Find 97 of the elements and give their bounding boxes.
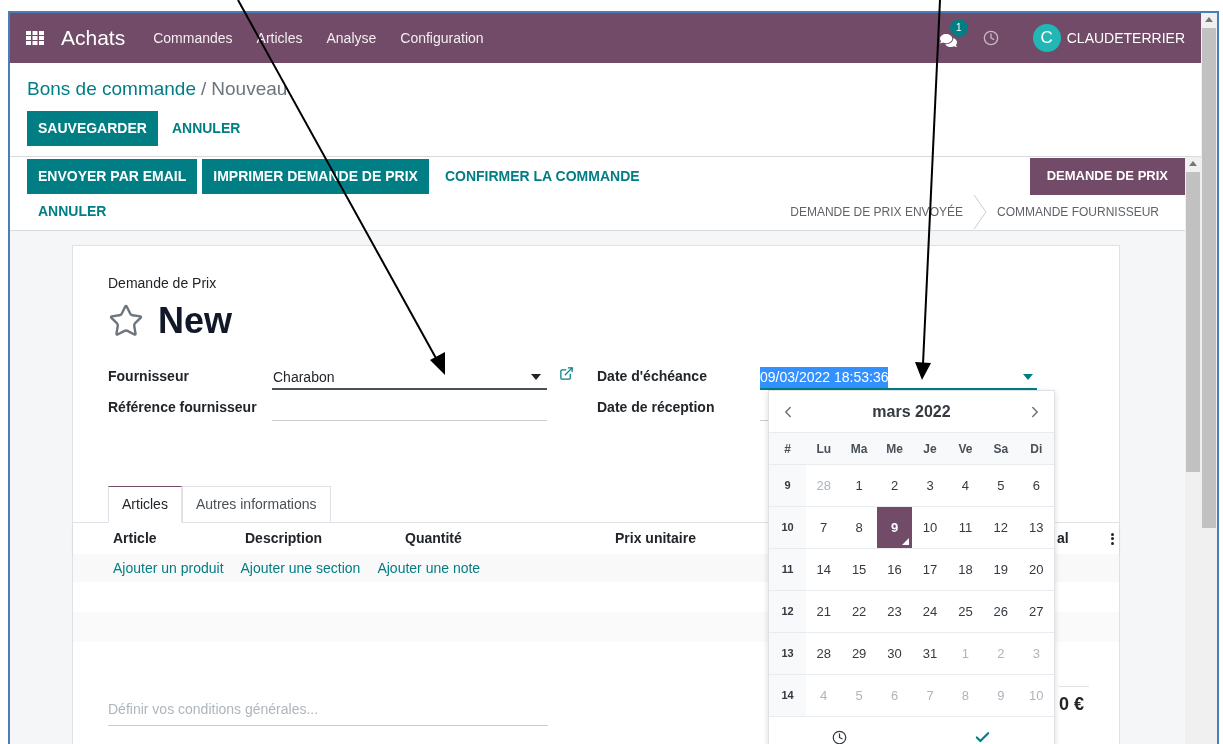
calendar-day[interactable]: 19 [983,549,1019,590]
terms-field[interactable]: Définir vos conditions générales... [108,692,548,726]
form-subtitle: Demande de Prix [108,274,218,293]
time-picker-icon[interactable] [832,729,848,744]
calendar-day[interactable]: 13 [1018,507,1054,548]
calendar-day[interactable]: 22 [841,591,877,632]
calendar-day[interactable]: 9 [876,507,913,548]
calendar-day[interactable]: 27 [1018,591,1054,632]
weekday-header: Ma [849,440,869,458]
weekday-header: Je [922,440,938,458]
week-number: 14 [769,675,806,716]
action-button[interactable]: SAUVEGARDER [27,111,158,146]
step-separator-icon [973,194,987,229]
breadcrumb-link[interactable]: Bons de commande [27,78,196,99]
calendar-day[interactable]: 24 [912,591,948,632]
apps-menu-icon[interactable] [26,31,44,45]
week-number: 9 [769,465,806,506]
notebook-tab[interactable]: Articles [108,486,182,523]
week-number: 11 [769,549,806,590]
column-header[interactable]: al [1057,528,1069,549]
weekday-header: Di [1029,440,1044,458]
weekday-header: Lu [815,440,833,458]
calendar-day[interactable]: 4 [947,465,984,506]
calendar-day[interactable]: 29 [841,633,877,674]
breadcrumb-current: Nouveau [211,78,288,99]
calendar-day[interactable]: 31 [912,633,948,674]
scroll-up-icon[interactable] [1189,161,1197,166]
calendar-day[interactable]: 26 [983,591,1019,632]
calendar-day[interactable]: 30 [876,633,913,674]
calendar-day[interactable]: 16 [876,549,913,590]
breadcrumb-separator: / [201,78,207,99]
scrollbar[interactable] [1201,13,1217,744]
add-line-link[interactable]: Ajouter une section [240,557,361,579]
notification-badge: 1 [949,18,968,37]
month-title[interactable]: mars 2022 [872,399,951,424]
week-number: 13 [769,633,806,674]
column-header[interactable]: Quantité [405,528,462,549]
supplier-field[interactable]: Charabon [272,366,547,390]
calendar-day[interactable]: 2 [876,465,913,506]
column-header[interactable]: Article [113,528,157,549]
messages-icon[interactable] [939,31,957,49]
calendar-day[interactable]: 5 [983,465,1019,506]
action-button[interactable]: IMPRIMER DEMANDE DE PRIX [202,158,429,194]
status-step[interactable]: COMMANDE FOURNISSEUR [987,194,1169,229]
calendar-day[interactable]: 17 [912,549,948,590]
calendar-day[interactable]: 10 [912,507,948,548]
caret-icon [1023,374,1033,380]
external-link-icon[interactable] [559,366,574,381]
nav-menu-item[interactable]: Commandes [141,27,245,49]
field-label: Référence fournisseur [108,398,258,417]
calendar-day[interactable]: 7 [806,507,842,548]
week-number: 10 [769,507,806,548]
nav-menu-item[interactable]: Configuration [388,27,496,49]
column-header[interactable]: Description [245,528,322,549]
scroll-up-icon[interactable] [1205,17,1213,22]
calendar-day[interactable]: 12 [983,507,1019,548]
field-label: Date de réception [597,398,716,417]
weekday-header: Ve [957,440,974,458]
star-icon[interactable] [108,303,144,339]
corner-marker-icon [902,538,910,545]
action-link[interactable]: CONFIRMER LA COMMANDE [433,158,651,194]
add-line-link[interactable]: Ajouter une note [377,557,481,579]
calendar-day[interactable]: 25 [947,591,984,632]
column-header[interactable]: Prix unitaire [615,528,696,549]
calendar-day[interactable]: 23 [876,591,913,632]
user-name[interactable]: CLAUDETERRIER [1066,27,1185,49]
calendar-day[interactable]: 15 [841,549,877,590]
status-step[interactable]: DEMANDE DE PRIX [1029,157,1185,195]
scrollbar[interactable] [1185,157,1201,744]
calendar-day[interactable]: 21 [806,591,842,632]
notebook-tab[interactable]: Autres informations [181,486,331,523]
calendar-day[interactable]: 11 [947,507,984,548]
app-name[interactable]: Achats [61,22,126,54]
total-amount: 0 € [1059,686,1089,718]
weekday-header: Sa [992,440,1010,458]
calendar-day[interactable]: 1 [841,465,877,506]
calendar-day[interactable]: 18 [947,549,984,590]
nav-menu-item[interactable]: Analyse [314,27,389,49]
record-title: New [158,299,233,343]
column-options-icon[interactable] [1111,532,1114,545]
weekday-header: # [783,440,792,458]
field-label: Date d'échéance [597,367,708,386]
calendar-day[interactable]: 14 [806,549,842,590]
activity-clock-icon[interactable] [982,30,999,46]
calendar-day[interactable]: 3 [912,465,948,506]
field-label: Fournisseur [108,367,190,386]
add-line-link[interactable]: Ajouter un produit [113,557,224,579]
calendar-day[interactable]: 8 [841,507,877,548]
calendar-day[interactable]: 20 [1018,549,1054,590]
action-link[interactable]: ANNULER [27,194,118,229]
weekday-header: Me [885,440,904,458]
action-button[interactable]: ENVOYER PAR EMAIL [27,158,198,194]
action-link[interactable]: ANNULER [160,111,252,146]
calendar-day[interactable]: 6 [1018,465,1054,506]
caret-icon [531,374,541,380]
calendar-day[interactable]: 28 [806,633,842,674]
week-number: 12 [769,591,806,632]
